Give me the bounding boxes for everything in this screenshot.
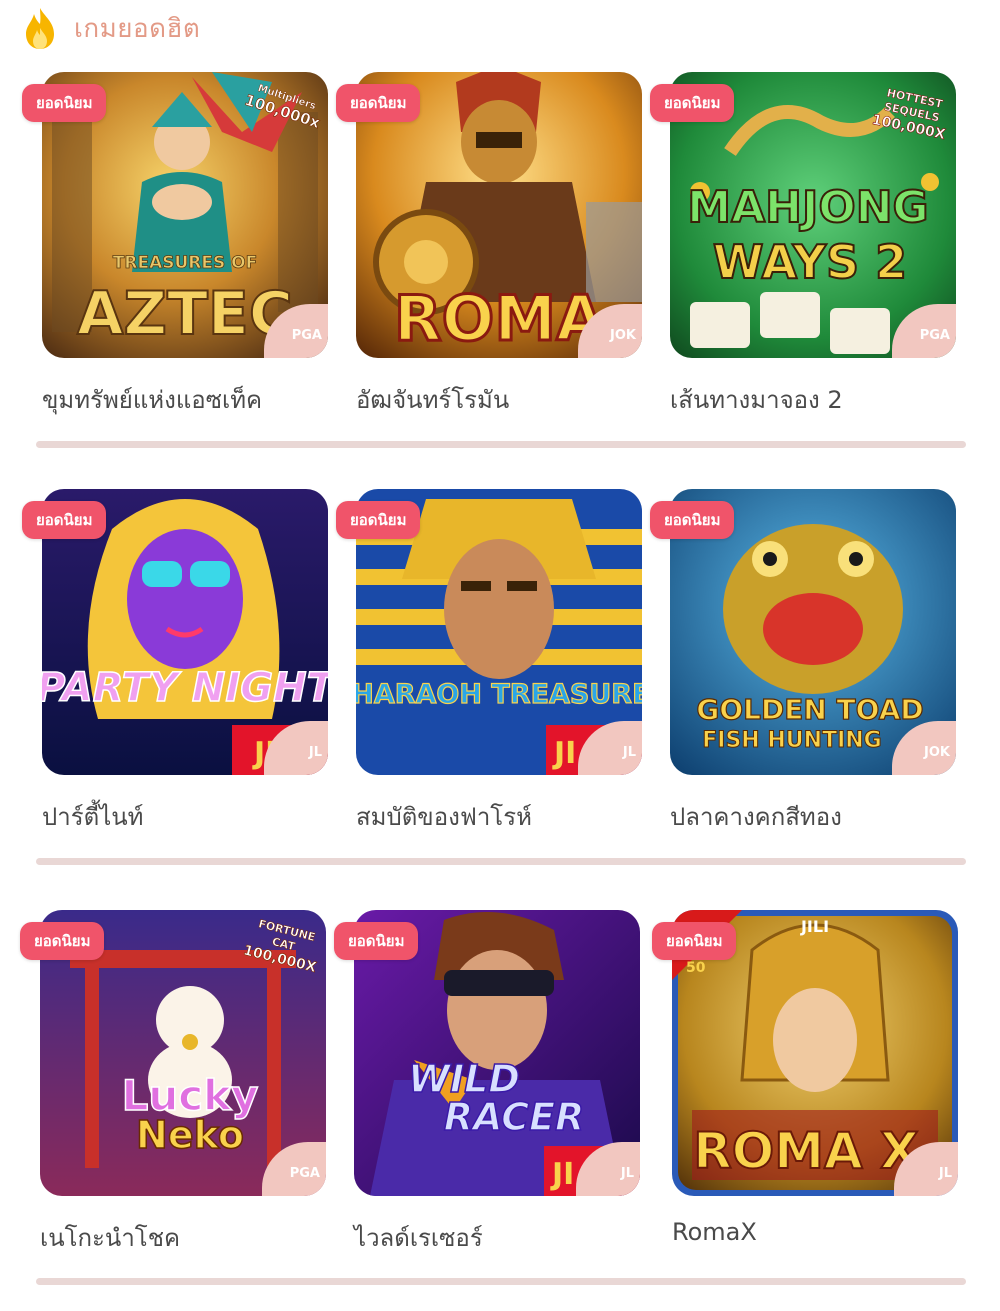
row-divider <box>36 441 966 448</box>
svg-text:ROMA X: ROMA X <box>693 1122 918 1180</box>
svg-text:RACER: RACER <box>444 1095 585 1139</box>
row-divider <box>36 858 966 865</box>
svg-text:AZTEC: AZTEC <box>77 279 293 349</box>
svg-text:JILI: JILI <box>800 917 829 936</box>
svg-text:PARTY NIGHT: PARTY NIGHT <box>42 665 328 711</box>
svg-text:MAHJONG: MAHJONG <box>687 182 928 233</box>
game-title[interactable]: RomaX <box>672 1218 757 1246</box>
section-header: เกมยอดฮิต <box>22 6 200 50</box>
game-card-romax[interactable]: JILI 50 ROMA X JL ยอดนิยม RomaX <box>652 910 958 1246</box>
svg-text:ROMA: ROMA <box>394 282 604 355</box>
row-divider <box>36 1278 966 1285</box>
popular-badge: ยอดนิยม <box>652 922 737 960</box>
popular-badge: ยอดนิยม <box>650 84 735 122</box>
game-card-roma[interactable]: ROMA JOK ยอดนิยม อัฒจันทร์โรมัน <box>336 72 642 414</box>
popular-badge: ยอดนิยม <box>22 84 107 122</box>
svg-text:Neko: Neko <box>136 1113 244 1157</box>
svg-text:TREASURES OF: TREASURES OF <box>113 253 257 273</box>
popular-badge: ยอดนิยม <box>334 922 419 960</box>
fire-icon <box>26 8 54 49</box>
game-title[interactable]: ปาร์ตี้ไนท์ <box>42 797 143 836</box>
svg-text:PHARAOH TREASURE: PHARAOH TREASURE <box>356 679 642 710</box>
game-title[interactable]: เส้นทางมาจอง 2 <box>670 380 843 419</box>
game-title[interactable]: ขุมทรัพย์แห่งแอซเท็ค <box>42 380 262 419</box>
popular-badge: ยอดนิยม <box>22 501 107 539</box>
svg-text:JI: JI <box>552 736 576 771</box>
svg-text:WAYS 2: WAYS 2 <box>713 235 907 289</box>
game-card-golden-toad[interactable]: GOLDEN TOAD FISH HUNTING JOK ยอดนิยม ปลา… <box>650 489 956 831</box>
game-card-wild-racer[interactable]: WILD RACER JI JL ยอดนิยม ไวลด์เรเซอร์ <box>334 910 640 1252</box>
game-card-party-night[interactable]: PARTY NIGHT JI JL ยอดนิยม ปาร์ตี้ไนท์ <box>22 489 328 831</box>
svg-text:GOLDEN TOAD: GOLDEN TOAD <box>696 693 923 726</box>
game-card-mahjong[interactable]: MAHJONG WAYS 2 HOTTEST SEQUELS 100,000X … <box>650 72 956 414</box>
game-card-aztec[interactable]: TREASURES OF AZTEC Multipliers 100,000x … <box>22 72 328 414</box>
game-card-lucky-neko[interactable]: Lucky Neko FORTUNE CAT 100,000X PGA ยอดน… <box>20 910 326 1252</box>
popular-badge: ยอดนิยม <box>336 84 421 122</box>
popular-badge: ยอดนิยม <box>20 922 105 960</box>
game-card-pharaoh[interactable]: PHARAOH TREASURE JI JL ยอดนิยม สมบัติของ… <box>336 489 642 831</box>
popular-badge: ยอดนิยม <box>336 501 421 539</box>
svg-text:FISH HUNTING: FISH HUNTING <box>702 728 881 753</box>
svg-text:JI: JI <box>550 1157 574 1192</box>
game-title[interactable]: อัฒจันทร์โรมัน <box>356 380 509 419</box>
popular-badge: ยอดนิยม <box>650 501 735 539</box>
section-title: เกมยอดฮิต <box>74 13 201 44</box>
game-title[interactable]: สมบัติของฟาโรห์ <box>356 797 532 836</box>
game-title[interactable]: ไวลด์เรเซอร์ <box>354 1218 483 1257</box>
svg-text:50: 50 <box>686 960 706 976</box>
game-title[interactable]: ปลาคางคกสีทอง <box>670 797 842 836</box>
game-title[interactable]: เนโกะนำโชค <box>40 1218 180 1257</box>
